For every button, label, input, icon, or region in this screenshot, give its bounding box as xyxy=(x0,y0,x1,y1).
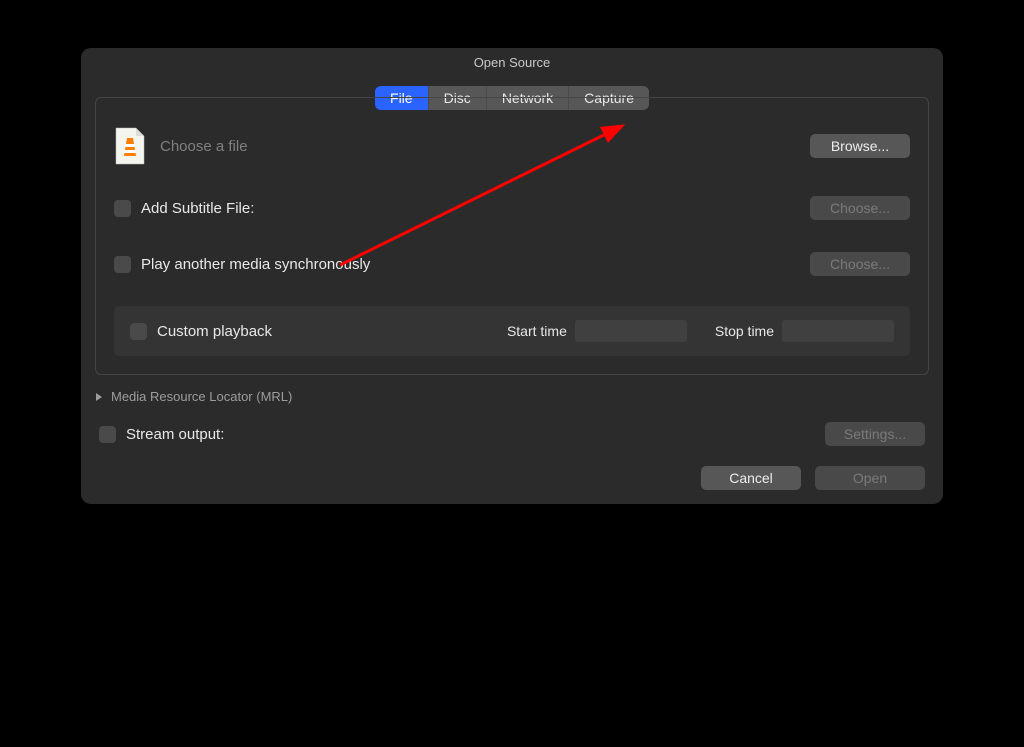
add-subtitle-checkbox[interactable] xyxy=(114,200,131,217)
custom-playback-panel: Custom playback Start time Stop time xyxy=(114,306,910,356)
start-time-input[interactable] xyxy=(575,320,687,342)
mrl-disclosure-row[interactable]: Media Resource Locator (MRL) xyxy=(95,389,929,404)
cancel-button[interactable]: Cancel xyxy=(701,466,801,490)
play-another-checkbox[interactable] xyxy=(114,256,131,273)
stop-time-label: Stop time xyxy=(715,323,774,339)
stream-settings-button[interactable]: Settings... xyxy=(825,422,925,446)
open-source-dialog: Open Source File Disc Network Capture xyxy=(81,48,943,504)
play-another-label: Play another media synchronously xyxy=(141,256,810,273)
stream-output-label: Stream output: xyxy=(126,426,825,443)
stream-output-checkbox[interactable] xyxy=(99,426,116,443)
play-another-row: Play another media synchronously Choose.… xyxy=(114,250,910,278)
custom-playback-checkbox[interactable] xyxy=(130,323,147,340)
add-subtitle-row: Add Subtitle File: Choose... xyxy=(114,194,910,222)
start-time-label: Start time xyxy=(507,323,567,339)
choose-file-row: Choose a file Browse... xyxy=(114,126,910,166)
window-title: Open Source xyxy=(474,55,551,70)
stop-time-input[interactable] xyxy=(782,320,894,342)
mrl-label: Media Resource Locator (MRL) xyxy=(111,389,292,404)
add-subtitle-label: Add Subtitle File: xyxy=(141,200,810,217)
file-panel: Choose a file Browse... Add Subtitle Fil… xyxy=(95,97,929,375)
choose-file-placeholder: Choose a file xyxy=(160,138,810,155)
disclosure-triangle-icon xyxy=(95,392,105,402)
window-titlebar: Open Source xyxy=(81,48,943,76)
add-subtitle-choose-button[interactable]: Choose... xyxy=(810,196,910,220)
stream-output-row: Stream output: Settings... xyxy=(95,422,929,446)
dialog-footer: Cancel Open xyxy=(95,466,929,490)
custom-playback-label: Custom playback xyxy=(157,323,272,340)
play-another-choose-button[interactable]: Choose... xyxy=(810,252,910,276)
dialog-content: File Disc Network Capture Choose a fi xyxy=(81,86,943,504)
open-button[interactable]: Open xyxy=(815,466,925,490)
vlc-file-icon xyxy=(114,126,146,166)
browse-button[interactable]: Browse... xyxy=(810,134,910,158)
